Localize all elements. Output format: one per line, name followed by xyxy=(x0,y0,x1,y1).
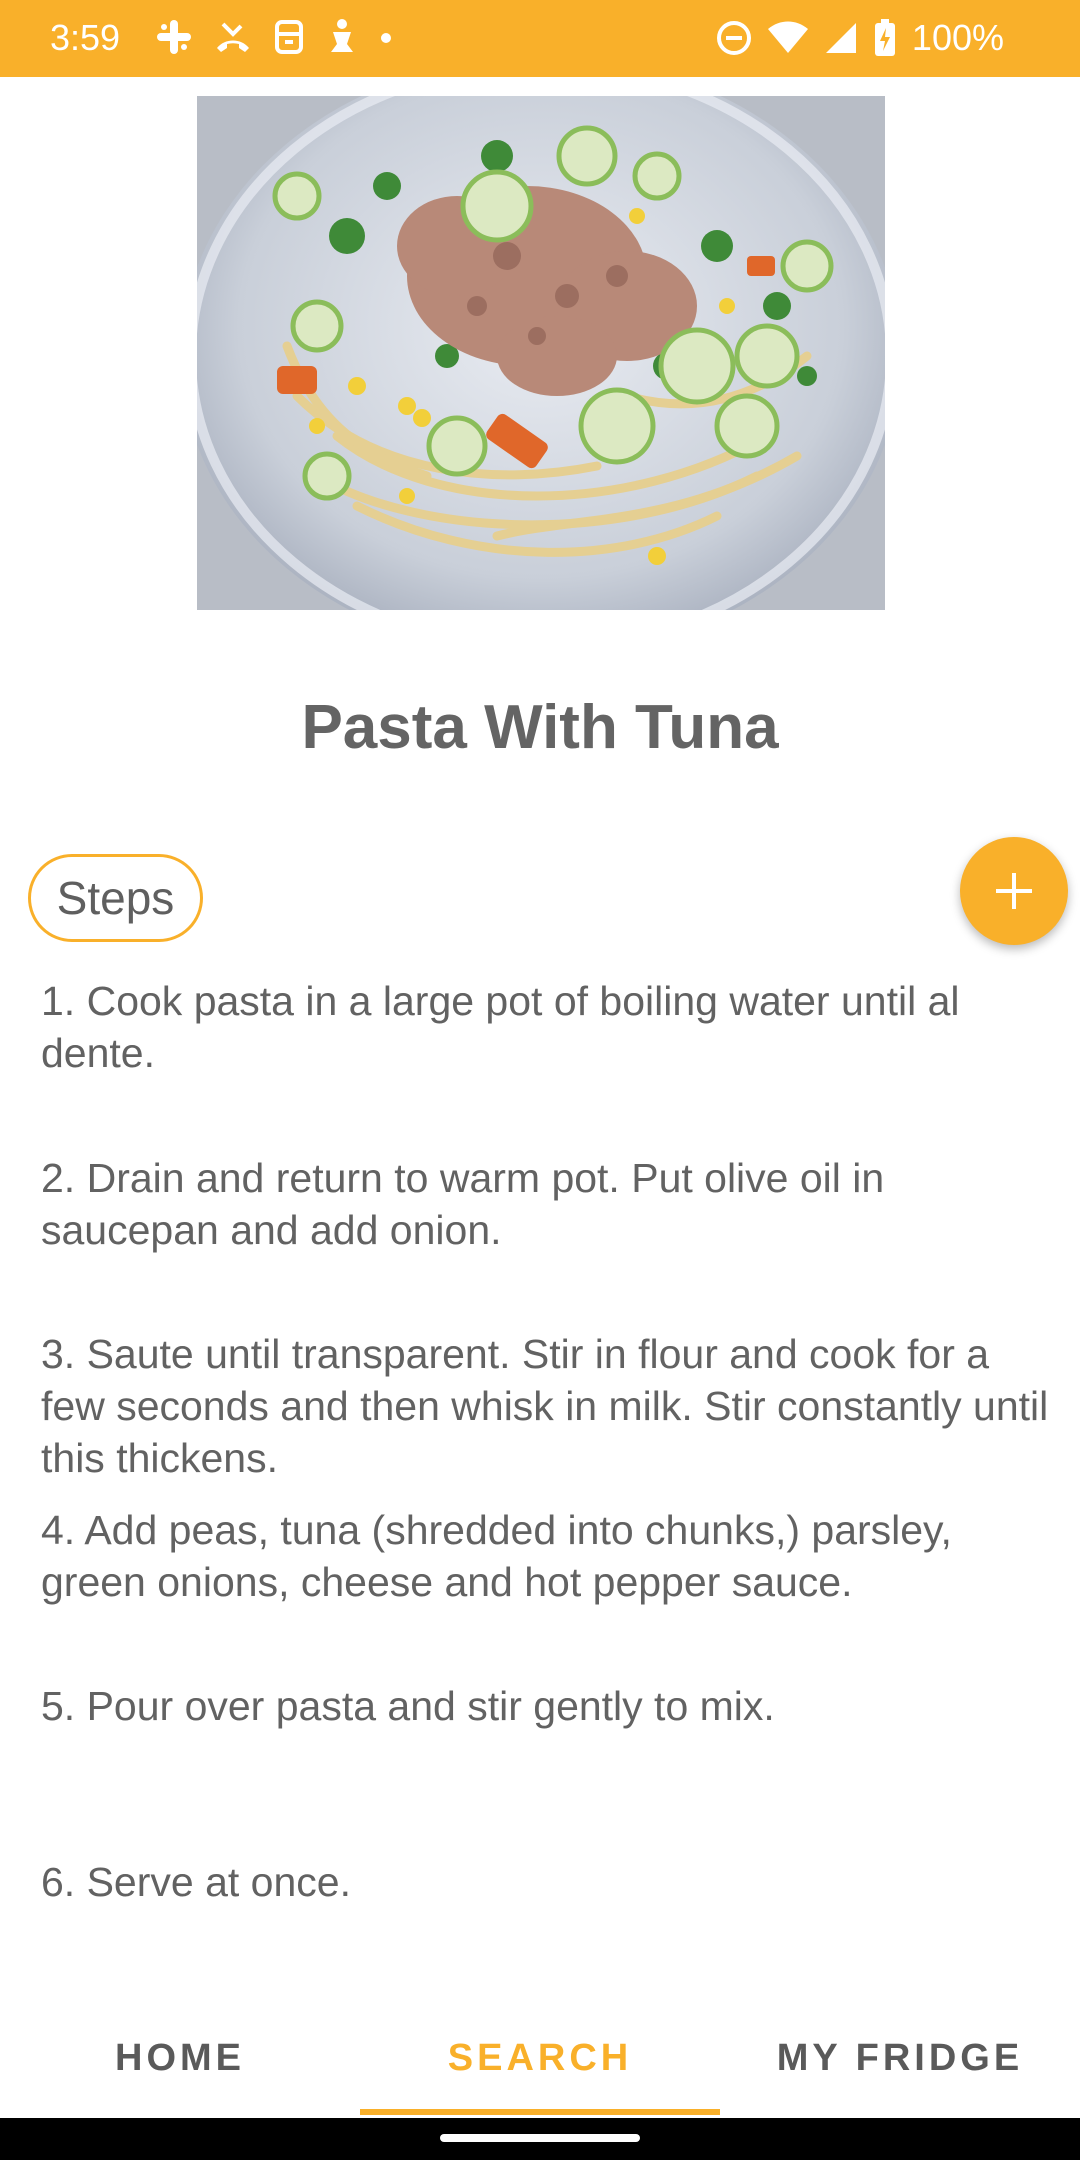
battery-charging-icon xyxy=(874,19,896,57)
bottom-navigation: HOME SEARCH MY FRIDGE xyxy=(0,1998,1080,2118)
tab-search[interactable]: SEARCH xyxy=(360,1998,720,2118)
slack-icon xyxy=(155,18,193,56)
recipe-title: Pasta With Tuna xyxy=(301,693,779,762)
tab-my-fridge[interactable]: MY FRIDGE xyxy=(720,1998,1080,2118)
missed-call-icon xyxy=(213,18,253,56)
status-bar: 3:59 100% xyxy=(0,0,1080,77)
step-2: 2. Drain and return to warm pot. Put oli… xyxy=(41,1155,885,1253)
notification-icons xyxy=(155,18,393,56)
active-tab-indicator xyxy=(360,2109,720,2115)
tab-home[interactable]: HOME xyxy=(0,1998,360,2118)
step-3: 3. Saute until transparent. Stir in flou… xyxy=(41,1331,1049,1481)
step-1: 1. Cook pasta in a large pot of boiling … xyxy=(41,978,960,1076)
home-gesture-handle[interactable] xyxy=(440,2134,640,2142)
plus-icon xyxy=(992,869,1036,913)
wifi-icon xyxy=(767,21,808,55)
accessibility-icon xyxy=(325,18,359,56)
steps-chip[interactable]: Steps xyxy=(28,854,203,942)
recipe-image xyxy=(197,96,885,610)
status-time: 3:59 xyxy=(50,17,121,58)
battery-percentage: 100% xyxy=(911,17,1004,58)
lunch-icon xyxy=(273,18,305,56)
dot-icon xyxy=(379,18,393,56)
step-4: 4. Add peas, tuna (shredded into chunks,… xyxy=(41,1507,952,1605)
signal-icon xyxy=(824,21,858,55)
system-status: 100% xyxy=(716,15,1004,61)
step-5: 5. Pour over pasta and stir gently to mi… xyxy=(41,1683,775,1729)
step-6: 6. Serve at once. xyxy=(41,1859,351,1905)
add-button[interactable] xyxy=(960,837,1068,945)
system-navigation-bar xyxy=(0,2118,1080,2160)
do-not-disturb-icon xyxy=(716,20,752,56)
